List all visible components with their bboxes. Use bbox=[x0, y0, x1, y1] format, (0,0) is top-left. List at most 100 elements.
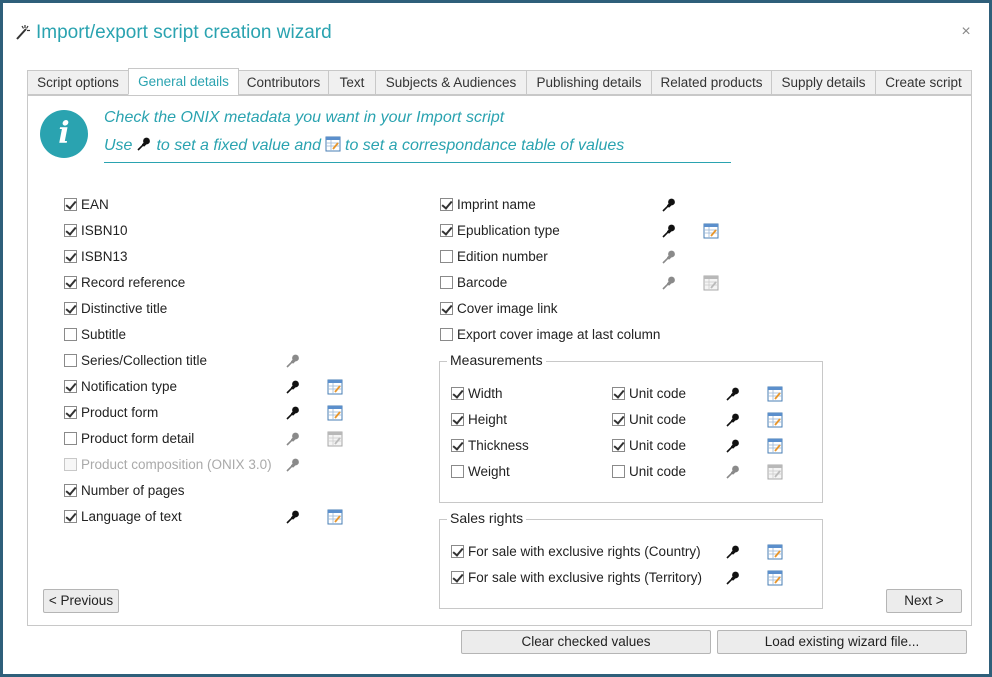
checkbox-label-edition-number: Edition number bbox=[457, 249, 548, 264]
checkbox-thickness-unit-code[interactable] bbox=[612, 439, 625, 452]
checkbox-height-unit-code[interactable] bbox=[612, 413, 625, 426]
checkbox-label-distinctive-title: Distinctive title bbox=[81, 301, 168, 316]
checkbox-label-epublication-type: Epublication type bbox=[457, 223, 560, 238]
checkbox-label-cover-image-link: Cover image link bbox=[457, 301, 558, 316]
tab-text[interactable]: Text bbox=[328, 70, 376, 95]
checkbox-notification-type[interactable] bbox=[64, 380, 77, 393]
checkbox-label-thickness-unit-code: Unit code bbox=[629, 438, 687, 453]
checkbox-edition-number[interactable] bbox=[440, 250, 453, 263]
checkbox-label-isbn13: ISBN13 bbox=[81, 249, 128, 264]
checkbox-barcode[interactable] bbox=[440, 276, 453, 289]
table-icon-language-of-text[interactable] bbox=[327, 509, 343, 525]
pushpin-icon-edition-number[interactable] bbox=[661, 249, 677, 265]
table-icon-weight[interactable] bbox=[767, 464, 783, 480]
table-icon-height[interactable] bbox=[767, 412, 783, 428]
tab-related-products[interactable]: Related products bbox=[651, 70, 772, 95]
checkbox-record-reference[interactable] bbox=[64, 276, 77, 289]
checkbox-label-ean: EAN bbox=[81, 197, 109, 212]
table-icon-notification-type[interactable] bbox=[327, 379, 343, 395]
checkbox-label-imprint-name: Imprint name bbox=[457, 197, 536, 212]
checkbox-for-sale-with-exclusive-rights-territory[interactable] bbox=[451, 571, 464, 584]
pushpin-icon-product-form[interactable] bbox=[285, 405, 301, 421]
checkbox-language-of-text[interactable] bbox=[64, 510, 77, 523]
table-icon-product-form-detail[interactable] bbox=[327, 431, 343, 447]
checkbox-epublication-type[interactable] bbox=[440, 224, 453, 237]
table-icon-for-sale-with-exclusive-rights-country[interactable] bbox=[767, 544, 783, 560]
info-instruction: Check the ONIX metadata you want in your… bbox=[104, 109, 505, 126]
checkbox-width[interactable] bbox=[451, 387, 464, 400]
pushpin-icon-product-composition-onix-3-0[interactable] bbox=[285, 457, 301, 473]
load-wizard-file-button[interactable]: Load existing wizard file... bbox=[717, 630, 967, 654]
table-icon-barcode[interactable] bbox=[703, 275, 719, 291]
table-icon-width[interactable] bbox=[767, 386, 783, 402]
pushpin-icon-epublication-type[interactable] bbox=[661, 223, 677, 239]
pushpin-icon-product-form-detail[interactable] bbox=[285, 431, 301, 447]
pushpin-icon bbox=[136, 136, 152, 157]
checkbox-imprint-name[interactable] bbox=[440, 198, 453, 211]
clear-checked-values-button[interactable]: Clear checked values bbox=[461, 630, 711, 654]
checkbox-export-cover-image-at-last-column[interactable] bbox=[440, 328, 453, 341]
tab-publishing-details[interactable]: Publishing details bbox=[526, 70, 652, 95]
checkbox-isbn13[interactable] bbox=[64, 250, 77, 263]
pushpin-icon-for-sale-with-exclusive-rights-territory[interactable] bbox=[725, 570, 741, 586]
tab-subjects-audiences[interactable]: Subjects & Audiences bbox=[375, 70, 527, 95]
checkbox-label-language-of-text: Language of text bbox=[81, 509, 182, 524]
pushpin-icon-weight[interactable] bbox=[725, 464, 741, 480]
checkbox-distinctive-title[interactable] bbox=[64, 302, 77, 315]
checkbox-label-for-sale-with-exclusive-rights-territory: For sale with exclusive rights (Territor… bbox=[468, 570, 703, 585]
checkbox-isbn10[interactable] bbox=[64, 224, 77, 237]
checkbox-product-form-detail[interactable] bbox=[64, 432, 77, 445]
info-legend: Use to set a fixed value and to set a corr… bbox=[104, 136, 624, 157]
checkbox-product-form[interactable] bbox=[64, 406, 77, 419]
checkbox-label-weight: Weight bbox=[468, 464, 510, 479]
pushpin-icon-height[interactable] bbox=[725, 412, 741, 428]
tab-script-options[interactable]: Script options bbox=[27, 70, 129, 95]
tab-general-details[interactable]: General details bbox=[128, 68, 239, 95]
checkbox-label-subtitle: Subtitle bbox=[81, 327, 127, 342]
table-icon bbox=[325, 136, 341, 157]
checkbox-thickness[interactable] bbox=[451, 439, 464, 452]
next-button[interactable]: Next > bbox=[886, 589, 962, 613]
table-icon-product-form[interactable] bbox=[327, 405, 343, 421]
pushpin-icon-for-sale-with-exclusive-rights-country[interactable] bbox=[725, 544, 741, 560]
pushpin-icon-imprint-name[interactable] bbox=[661, 197, 677, 213]
sales-rights-group: Sales rights bbox=[439, 510, 823, 609]
wizard-window: Import/export script creation wizard × S… bbox=[0, 0, 992, 677]
checkbox-subtitle[interactable] bbox=[64, 328, 77, 341]
checkbox-series-collection-title[interactable] bbox=[64, 354, 77, 367]
tab-create-script[interactable]: Create script bbox=[875, 70, 972, 95]
pushpin-icon-barcode[interactable] bbox=[661, 275, 677, 291]
checkbox-label-barcode: Barcode bbox=[457, 275, 508, 290]
pushpin-icon-series-collection-title[interactable] bbox=[285, 353, 301, 369]
checkbox-label-width-unit-code: Unit code bbox=[629, 386, 687, 401]
checkbox-label-width: Width bbox=[468, 386, 503, 401]
tab-supply-details[interactable]: Supply details bbox=[771, 70, 876, 95]
checkbox-ean[interactable] bbox=[64, 198, 77, 211]
checkbox-label-product-composition-onix-3-0: Product composition (ONIX 3.0) bbox=[81, 457, 272, 472]
pushpin-icon-width[interactable] bbox=[725, 386, 741, 402]
checkbox-label-notification-type: Notification type bbox=[81, 379, 178, 394]
info-legend-fixed: to set a fixed value and bbox=[156, 137, 322, 154]
checkbox-for-sale-with-exclusive-rights-country[interactable] bbox=[451, 545, 464, 558]
close-icon[interactable]: × bbox=[958, 23, 974, 41]
table-icon-for-sale-with-exclusive-rights-territory[interactable] bbox=[767, 570, 783, 586]
checkbox-cover-image-link[interactable] bbox=[440, 302, 453, 315]
pushpin-icon-language-of-text[interactable] bbox=[285, 509, 301, 525]
pushpin-icon-thickness[interactable] bbox=[725, 438, 741, 454]
checkbox-weight[interactable] bbox=[451, 465, 464, 478]
previous-button[interactable]: < Previous bbox=[43, 589, 119, 613]
checkbox-label-record-reference: Record reference bbox=[81, 275, 186, 290]
measurements-group: Measurements bbox=[439, 352, 823, 503]
checkbox-weight-unit-code[interactable] bbox=[612, 465, 625, 478]
info-icon: i bbox=[40, 110, 88, 158]
tab-contributors[interactable]: Contributors bbox=[238, 70, 329, 95]
checkbox-height[interactable] bbox=[451, 413, 464, 426]
checkbox-label-product-form: Product form bbox=[81, 405, 159, 420]
checkbox-width-unit-code[interactable] bbox=[612, 387, 625, 400]
checkbox-label-isbn10: ISBN10 bbox=[81, 223, 128, 238]
table-icon-thickness[interactable] bbox=[767, 438, 783, 454]
checkbox-label-number-of-pages: Number of pages bbox=[81, 483, 185, 498]
table-icon-epublication-type[interactable] bbox=[703, 223, 719, 239]
checkbox-number-of-pages[interactable] bbox=[64, 484, 77, 497]
pushpin-icon-notification-type[interactable] bbox=[285, 379, 301, 395]
